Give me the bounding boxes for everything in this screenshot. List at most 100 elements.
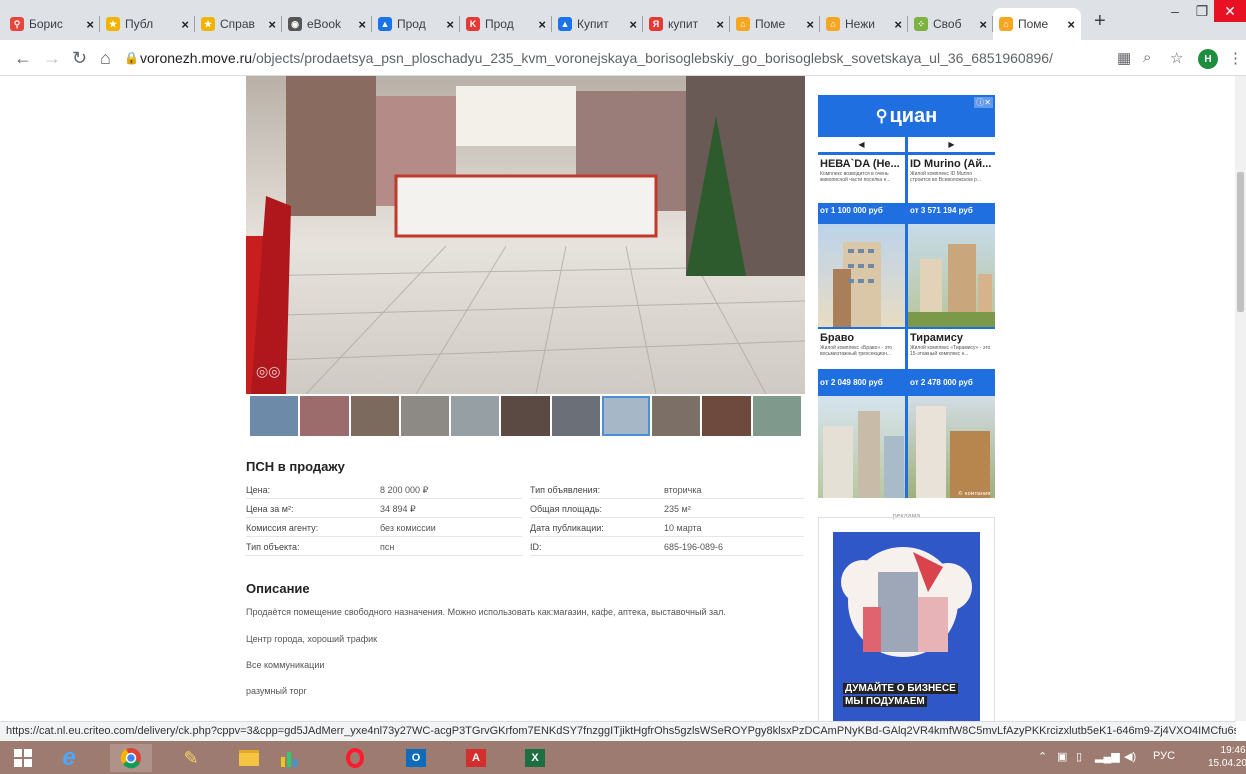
reload-button[interactable]: ↻ [72, 48, 87, 68]
volume-icon[interactable]: ◀) [1124, 750, 1136, 763]
browser-tab[interactable]: ★ Справ × [195, 8, 282, 40]
ebook-icon: ◉ [288, 17, 302, 31]
photo-thumbnail[interactable] [350, 396, 399, 436]
menu-icon[interactable]: ⋮ [1228, 49, 1243, 67]
windows-taskbar: e ✎ O A X ⌃ ▣ ▯ ▂▄▆ ◀) РУС 19:46 15.04.2… [0, 741, 1246, 774]
ad-card[interactable]: Браво Жилой комплекс «Браво» - это восьм… [818, 329, 905, 369]
ad-choices-icon[interactable]: ⓘ✕ [974, 97, 993, 108]
tab-close-icon[interactable]: × [806, 17, 814, 32]
tab-close-icon[interactable]: × [894, 17, 902, 32]
tab-close-icon[interactable]: × [358, 17, 366, 32]
photo-thumbnail[interactable] [451, 396, 500, 436]
windows-start-icon[interactable] [2, 744, 44, 772]
chart-app-icon[interactable] [268, 744, 310, 772]
new-tab-button[interactable]: + [1094, 10, 1106, 33]
photo-thumbnail[interactable] [501, 396, 550, 436]
ad-card-price: от 3 571 194 руб [910, 206, 973, 215]
bookmark-star-icon[interactable]: ☆ [1170, 49, 1183, 67]
ad-card[interactable]: НЕВА`DA (Не... Комплекс возводится в оче… [818, 155, 905, 203]
tab-title: Прод [397, 17, 426, 31]
file-explorer-icon[interactable] [228, 744, 270, 772]
photo-thumbnail[interactable] [551, 396, 600, 436]
browser-tab[interactable]: ★ Публ × [100, 8, 195, 40]
tab-close-icon[interactable]: × [629, 17, 637, 32]
photo-thumbnail[interactable] [652, 396, 701, 436]
building-image: © компания [908, 396, 995, 498]
excel-icon[interactable]: X [514, 744, 556, 772]
browser-tab[interactable]: ◉ eBook × [282, 8, 372, 40]
paint-icon[interactable]: ✎ [170, 744, 212, 772]
photo-thumbnail[interactable] [702, 396, 751, 436]
status-bar-url: https://cat.nl.eu.criteo.com/delivery/ck… [0, 721, 1236, 741]
acrobat-icon[interactable]: A [455, 744, 497, 772]
tab-title: Поме [1018, 17, 1049, 31]
browser-tab[interactable]: ▲ Прод × [372, 8, 460, 40]
lock-icon[interactable]: 🔒 [124, 51, 139, 65]
tab-close-icon[interactable]: × [86, 17, 94, 32]
tab-close-icon[interactable]: × [181, 17, 189, 32]
chrome-icon[interactable] [110, 744, 152, 772]
tray-chevron-icon[interactable]: ⌃ [1038, 750, 1047, 763]
network-icon[interactable]: ▂▄▆ [1095, 750, 1120, 763]
carousel-next-button[interactable]: ▶ [908, 137, 995, 152]
photo-thumbnail[interactable] [400, 396, 450, 436]
back-button[interactable]: ← [14, 48, 32, 68]
tray-app-icon[interactable]: ▣ [1057, 750, 1067, 763]
tab-close-icon[interactable]: × [268, 17, 276, 32]
tab-title: Прод [485, 17, 514, 31]
browser-tab[interactable]: ⚲ Борис × [4, 8, 100, 40]
ad-card[interactable]: ID Murino (Ай... Жилой комплекс ID Murin… [908, 155, 995, 203]
close-window-button[interactable]: ✕ [1214, 0, 1246, 22]
home-button[interactable]: ⌂ [100, 48, 111, 68]
browser-tab[interactable]: K Прод × [460, 8, 552, 40]
map-pin-icon: ⚲ [10, 17, 24, 31]
business-ad-banner[interactable]: ДУМАЙТЕ О БИЗНЕСЕ МЫ ПОДУМАЕМ [833, 532, 980, 721]
ad-card-price: от 2 049 800 руб [820, 378, 883, 387]
carousel-prev-button[interactable]: ◀ [818, 137, 905, 152]
ad-card[interactable]: Тирамису Жилой комплекс «Тирамису» - это… [908, 329, 995, 369]
browser-tab[interactable]: ▲ Купит × [552, 8, 643, 40]
tab-close-icon[interactable]: × [716, 17, 724, 32]
restore-button[interactable]: ❐ [1190, 0, 1214, 22]
ad-card-name: ID Murino (Ай... [910, 158, 992, 170]
tab-title: Справ [220, 17, 255, 31]
address-bar[interactable]: voronezh.move.ru/objects/prodaetsya_psn_… [140, 50, 1053, 66]
listing-main-photo[interactable]: ◎◎ [246, 76, 805, 394]
tab-title: Нежи [845, 17, 875, 31]
tab-close-icon[interactable]: × [446, 17, 454, 32]
photo-thumbnail[interactable] [300, 396, 349, 436]
profile-avatar[interactable]: H [1198, 49, 1218, 69]
forward-button[interactable]: → [43, 48, 61, 68]
tab-close-icon[interactable]: × [979, 17, 987, 32]
clock-date: 15.04.2021 [1208, 758, 1246, 769]
photo-thumbnail-map[interactable] [752, 396, 801, 436]
tab-close-icon[interactable]: × [538, 17, 546, 32]
browser-tab[interactable]: ⌂ Поме × [993, 8, 1081, 40]
zoom-icon[interactable]: ⌕ [1143, 49, 1151, 66]
photo-thumbnail[interactable] [250, 396, 299, 436]
browser-tab[interactable]: ⁘ Своб × [908, 8, 993, 40]
internet-explorer-icon[interactable]: e [48, 744, 90, 772]
qr-code-icon[interactable]: ▦ [1117, 49, 1131, 67]
taskbar-clock[interactable]: 19:46 15.04.2021 [1208, 744, 1246, 770]
browser-tab[interactable]: ⌂ Нежи × [820, 8, 908, 40]
photo-thumbnail-active[interactable] [601, 396, 651, 436]
battery-icon[interactable]: ▯ [1076, 750, 1082, 763]
opera-icon[interactable] [334, 744, 376, 772]
property-row: Дата публикации: 10 марта [530, 518, 804, 537]
language-indicator[interactable]: РУС [1153, 750, 1175, 762]
browser-tab[interactable]: Якупит × [643, 8, 730, 40]
ad-slogan: ДУМАЙТЕ О БИЗНЕСЕ МЫ ПОДУМАЕМ [843, 683, 958, 707]
ad-card-name: НЕВА`DA (Не... [820, 158, 900, 170]
star-icon: ★ [106, 17, 120, 31]
browser-tab[interactable]: ⌂ Поме × [730, 8, 820, 40]
cian-ad-banner[interactable]: ⚲ циан ⓘ✕ ◀ ▶ НЕВА`DA (Не... Комплекс воз… [818, 95, 995, 498]
building-image [818, 224, 905, 327]
tab-close-icon[interactable]: × [1067, 17, 1075, 32]
scrollbar-thumb[interactable] [1237, 172, 1244, 312]
property-label: Тип объекта: [246, 542, 300, 552]
minimize-button[interactable]: – [1160, 0, 1190, 22]
listing-title: ПСН в продажу [246, 459, 345, 474]
tab-title: Своб [933, 17, 962, 31]
outlook-icon[interactable]: O [395, 744, 437, 772]
